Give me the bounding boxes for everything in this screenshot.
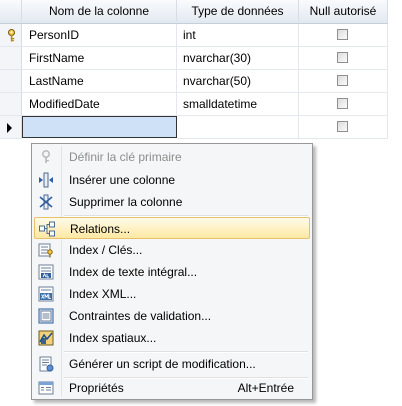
menu-item-label: Générer un script de modification... — [69, 357, 256, 371]
column-name-cell[interactable]: FirstName — [22, 47, 177, 70]
allow-nulls-header[interactable]: Null autorisé — [299, 0, 388, 22]
properties-icon — [38, 381, 54, 395]
primary-key-icon — [42, 150, 50, 163]
data-type-cell[interactable]: int — [177, 24, 299, 47]
table-row-new[interactable] — [0, 116, 388, 139]
menu-item-check-constraints[interactable]: Contraintes de validation... — [34, 305, 310, 327]
row-selector[interactable] — [0, 116, 22, 139]
allow-nulls-checkbox[interactable] — [337, 121, 348, 132]
menu-item-label: Index XML... — [69, 287, 137, 301]
generate-script-icon — [39, 356, 54, 372]
menu-item-label: Index spatiaux... — [69, 331, 157, 345]
menu-item-insert-column[interactable]: Insérer une colonne — [34, 169, 310, 191]
data-type-cell[interactable] — [177, 116, 299, 139]
indexes-keys-icon — [38, 243, 53, 258]
column-name-input[interactable] — [22, 116, 177, 138]
table-row[interactable]: ModifiedDate smalldatetime — [0, 93, 388, 116]
data-type-header[interactable]: Type de données — [177, 0, 299, 22]
allow-nulls-cell — [299, 70, 388, 93]
allow-nulls-checkbox[interactable] — [337, 98, 348, 109]
menu-item-label: Supprimer la colonne — [69, 195, 183, 209]
menu-item-label: Contraintes de validation... — [69, 309, 212, 323]
primary-key-icon — [8, 29, 15, 42]
column-name-cell[interactable]: ModifiedDate — [22, 93, 177, 116]
menu-item-label: Définir la clé primaire — [69, 150, 182, 164]
data-type-cell[interactable]: smalldatetime — [177, 93, 299, 116]
insert-column-icon — [39, 172, 53, 188]
column-name-cell[interactable]: LastName — [22, 70, 177, 93]
check-constraints-icon — [38, 308, 54, 324]
xml-index-icon — [38, 286, 54, 302]
row-selector[interactable] — [0, 70, 22, 93]
row-selector[interactable] — [0, 93, 22, 116]
allow-nulls-checkbox[interactable] — [337, 75, 348, 86]
context-menu: Définir la clé primaire Insérer une colo… — [31, 143, 313, 400]
menu-item-fulltext-index[interactable]: Index de texte intégral... — [34, 261, 310, 283]
allow-nulls-cell — [299, 93, 388, 116]
fulltext-index-icon — [38, 264, 54, 280]
menu-item-generate-change-script[interactable]: Générer un script de modification... — [34, 353, 310, 375]
menu-item-indexes-keys[interactable]: Index / Clés... — [34, 239, 310, 261]
column-designer-grid: Nom de la colonne Type de données Null a… — [0, 0, 388, 139]
table-row[interactable]: LastName nvarchar(50) — [0, 70, 388, 93]
menu-item-label: Index de texte intégral... — [69, 265, 198, 279]
menu-item-properties[interactable]: Propriétés Alt+Entrée — [34, 377, 310, 399]
row-selector[interactable] — [0, 47, 22, 70]
spatial-index-icon — [38, 330, 54, 346]
allow-nulls-cell — [299, 47, 388, 70]
allow-nulls-cell — [299, 116, 388, 139]
menu-item-xml-index[interactable]: Index XML... — [34, 283, 310, 305]
data-type-cell[interactable]: nvarchar(30) — [177, 47, 299, 70]
current-row-arrow-icon — [7, 123, 12, 133]
allow-nulls-checkbox[interactable] — [337, 29, 348, 40]
column-name-header[interactable]: Nom de la colonne — [22, 0, 177, 22]
delete-column-icon — [39, 194, 53, 210]
data-type-cell[interactable]: nvarchar(50) — [177, 70, 299, 93]
table-row[interactable]: FirstName nvarchar(30) — [0, 47, 388, 70]
table-row[interactable]: PersonID int — [0, 24, 388, 47]
allow-nulls-checkbox[interactable] — [337, 52, 348, 63]
menu-item-set-primary-key[interactable]: Définir la clé primaire — [34, 146, 310, 168]
column-name-cell[interactable]: PersonID — [22, 24, 177, 47]
menu-item-spatial-index[interactable]: Index spatiaux... — [34, 327, 310, 349]
row-selector-header — [0, 0, 22, 22]
row-selector[interactable] — [0, 24, 22, 47]
grid-header-row: Nom de la colonne Type de données Null a… — [0, 0, 388, 24]
menu-item-delete-column[interactable]: Supprimer la colonne — [34, 191, 310, 213]
menu-item-label: Insérer une colonne — [69, 173, 176, 187]
relationships-icon — [39, 221, 55, 237]
menu-item-label: Relations... — [70, 222, 131, 236]
menu-item-relationships[interactable]: Relations... — [34, 217, 310, 239]
menu-item-label: Index / Clés... — [69, 243, 143, 257]
allow-nulls-cell — [299, 24, 388, 47]
menu-item-shortcut: Alt+Entrée — [237, 381, 294, 395]
menu-item-label: Propriétés — [69, 381, 124, 395]
